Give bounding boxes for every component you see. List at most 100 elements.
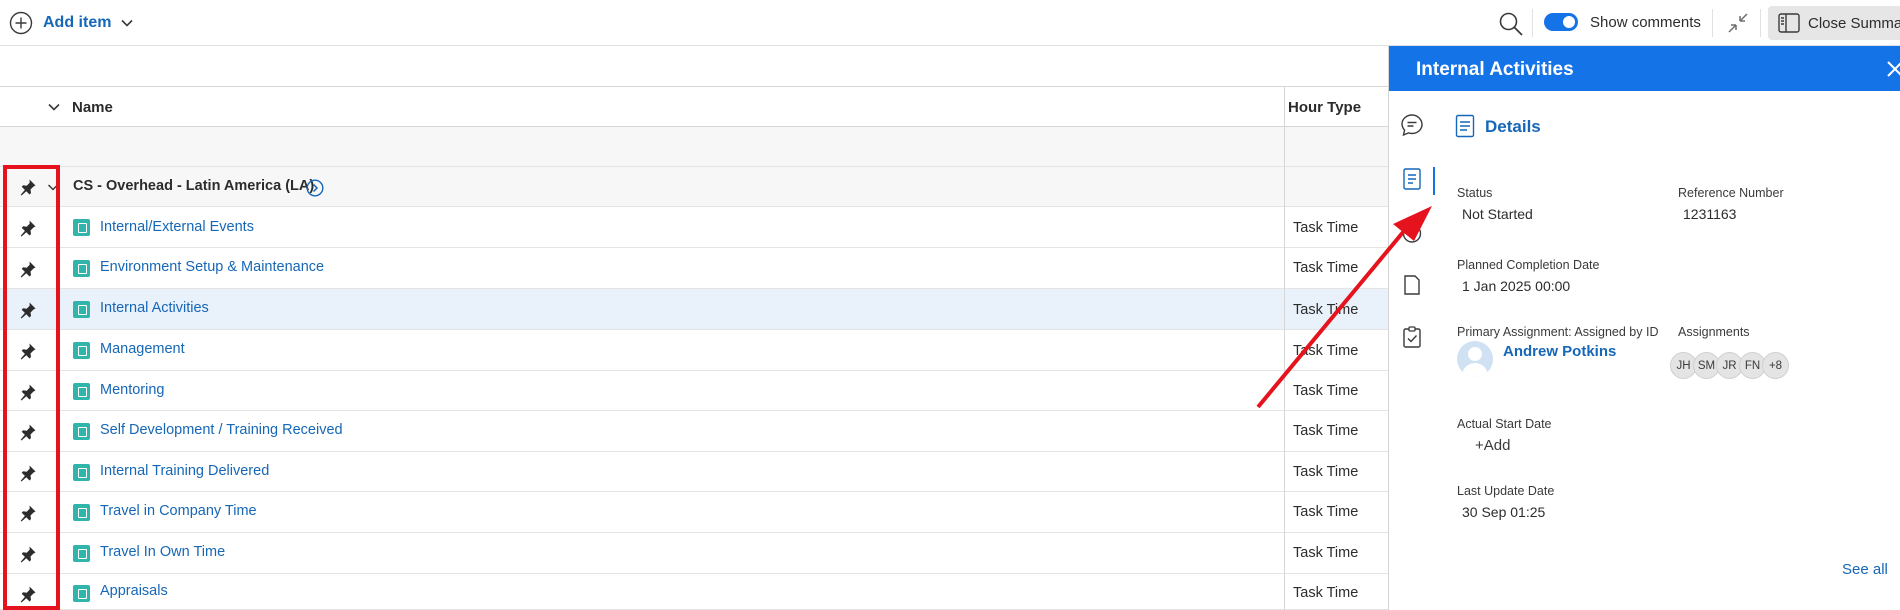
pin-icon[interactable] xyxy=(19,464,37,482)
pin-icon[interactable] xyxy=(19,178,37,196)
show-comments-control: Show comments xyxy=(1544,13,1701,31)
planned-completion-value[interactable]: 1 Jan 2025 00:00 xyxy=(1462,278,1570,294)
pin-icon[interactable] xyxy=(19,545,37,563)
task-name-link[interactable]: Travel in Company Time xyxy=(100,503,257,519)
table-row[interactable]: Internal/External Events Task Time xyxy=(0,207,1388,248)
timer-icon[interactable] xyxy=(1399,219,1425,245)
group-name: CS - Overhead - Latin America (LA) xyxy=(73,178,315,194)
reference-number-value: 1231163 xyxy=(1683,206,1737,222)
toolbar-divider xyxy=(1712,9,1713,37)
task-name-link[interactable]: Travel In Own Time xyxy=(100,544,225,560)
task-name-link[interactable]: Internal/External Events xyxy=(100,219,254,235)
status-label: Status xyxy=(1457,186,1493,200)
chevron-down-icon xyxy=(121,19,134,27)
summary-panel-title: Internal Activities xyxy=(1416,59,1574,80)
hour-type-cell: Task Time xyxy=(1293,423,1359,439)
see-all-link[interactable]: See all xyxy=(1842,561,1888,578)
table-row[interactable]: Appraisals Task Time xyxy=(0,574,1388,610)
task-name-link[interactable]: Appraisals xyxy=(100,583,168,599)
column-divider xyxy=(1284,86,1285,610)
more-assignees-bubble[interactable]: +8 xyxy=(1762,352,1789,379)
table-row[interactable]: Environment Setup & Maintenance Task Tim… xyxy=(0,248,1388,289)
primary-assignment-label: Primary Assignment: Assigned by ID xyxy=(1457,325,1659,339)
add-item-button[interactable]: Add item xyxy=(9,11,134,35)
task-icon xyxy=(73,545,90,562)
pin-icon[interactable] xyxy=(19,504,37,522)
pin-icon[interactable] xyxy=(19,260,37,278)
hour-type-cell: Task Time xyxy=(1293,504,1359,520)
comments-icon[interactable] xyxy=(1399,112,1425,138)
table-spacer-row xyxy=(0,127,1388,167)
task-name-link[interactable]: Internal Activities xyxy=(100,300,209,316)
pin-icon[interactable] xyxy=(19,219,37,237)
primary-assignee-link[interactable]: Andrew Potkins xyxy=(1503,343,1616,360)
task-icon xyxy=(73,423,90,440)
hour-type-cell: Task Time xyxy=(1293,383,1359,399)
task-icon xyxy=(73,504,90,521)
panel-icon xyxy=(1778,13,1800,33)
task-icon xyxy=(73,383,90,400)
last-update-label: Last Update Date xyxy=(1457,484,1555,498)
document-icon[interactable] xyxy=(1399,271,1425,297)
table-row[interactable]: Internal Training Delivered Task Time xyxy=(0,452,1388,492)
task-name-link[interactable]: Environment Setup & Maintenance xyxy=(100,259,324,275)
task-icon xyxy=(73,464,90,481)
planned-completion-label: Planned Completion Date xyxy=(1457,258,1600,272)
task-name-link[interactable]: Management xyxy=(100,341,185,357)
hour-type-cell: Task Time xyxy=(1293,302,1359,318)
pin-icon[interactable] xyxy=(19,585,37,603)
toolbar-divider xyxy=(1532,9,1533,37)
checklist-icon[interactable] xyxy=(1399,324,1425,350)
pin-icon[interactable] xyxy=(19,342,37,360)
avatar xyxy=(1457,341,1493,377)
collapse-icon[interactable] xyxy=(1726,11,1750,35)
table-row[interactable]: Mentoring Task Time xyxy=(0,371,1388,411)
summary-panel: Internal Activities Details Status Not S… xyxy=(1388,46,1900,610)
hour-type-cell: Task Time xyxy=(1293,545,1359,561)
collapse-all-chevron-icon[interactable] xyxy=(47,100,61,114)
search-icon[interactable] xyxy=(1498,11,1524,37)
pin-icon[interactable] xyxy=(19,301,37,319)
task-name-link[interactable]: Mentoring xyxy=(100,382,164,398)
task-name-link[interactable]: Self Development / Training Received xyxy=(100,422,343,438)
table-row[interactable]: Travel in Company Time Task Time xyxy=(0,492,1388,533)
hour-type-cell: Task Time xyxy=(1293,220,1359,236)
table-row[interactable]: Management Task Time xyxy=(0,330,1388,371)
task-name-link[interactable]: Internal Training Delivered xyxy=(100,463,269,479)
task-icon xyxy=(73,301,90,318)
task-icon xyxy=(73,585,90,602)
pin-icon[interactable] xyxy=(19,383,37,401)
navigate-arrow-icon[interactable] xyxy=(306,179,324,197)
hour-type-cell: Task Time xyxy=(1293,343,1359,359)
toolbar: Add item Show comments Close Summary xyxy=(0,0,1900,46)
close-summary-button[interactable]: Close Summary xyxy=(1768,6,1900,40)
hour-type-cell: Task Time xyxy=(1293,585,1359,601)
hour-type-cell: Task Time xyxy=(1293,464,1359,480)
active-tab-indicator xyxy=(1433,167,1435,195)
table-header: Name Hour Type xyxy=(0,86,1388,127)
group-row[interactable]: CS - Overhead - Latin America (LA) xyxy=(0,167,1388,207)
last-update-value: 30 Sep 01:25 xyxy=(1462,504,1546,520)
column-header-hour-type[interactable]: Hour Type xyxy=(1288,99,1361,116)
column-header-name[interactable]: Name xyxy=(72,99,113,116)
table-row[interactable]: Self Development / Training Received Tas… xyxy=(0,411,1388,452)
hour-type-cell: Task Time xyxy=(1293,260,1359,276)
close-icon[interactable] xyxy=(1885,59,1900,79)
reference-number-label: Reference Number xyxy=(1678,186,1784,200)
show-comments-toggle[interactable] xyxy=(1544,13,1578,31)
details-tab-icon[interactable] xyxy=(1399,166,1425,192)
show-comments-label: Show comments xyxy=(1590,13,1701,31)
add-circle-icon xyxy=(9,11,33,35)
assignments-label: Assignments xyxy=(1678,325,1750,339)
add-actual-start-link[interactable]: +Add xyxy=(1475,437,1510,454)
close-summary-label: Close Summary xyxy=(1808,14,1900,32)
table-row[interactable]: Travel In Own Time Task Time xyxy=(0,533,1388,574)
task-icon xyxy=(73,342,90,359)
toolbar-divider xyxy=(1760,9,1761,37)
actual-start-label: Actual Start Date xyxy=(1457,417,1552,431)
pin-icon[interactable] xyxy=(19,423,37,441)
status-value[interactable]: Not Started xyxy=(1462,206,1533,222)
chevron-down-icon[interactable] xyxy=(47,181,59,193)
summary-panel-header: Internal Activities xyxy=(1389,46,1900,91)
table-row-selected[interactable]: Internal Activities Task Time xyxy=(0,289,1388,330)
